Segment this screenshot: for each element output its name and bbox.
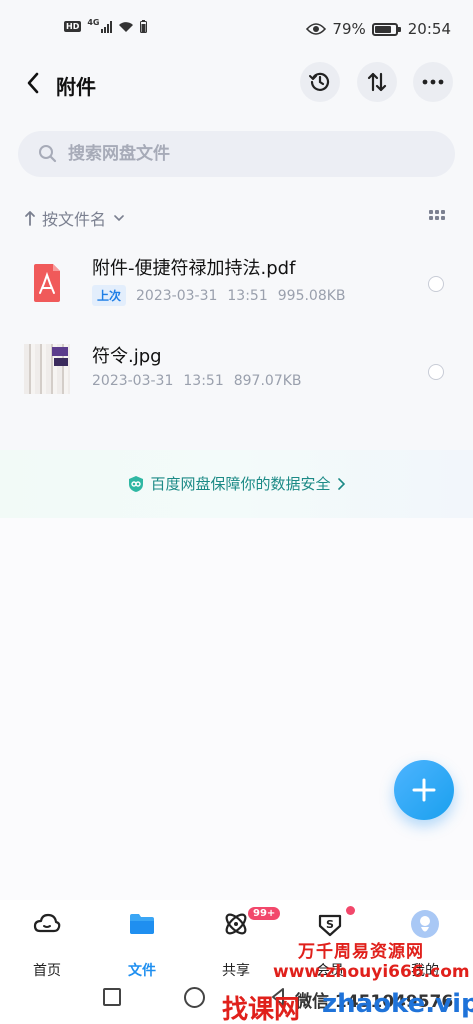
network-type: 4G bbox=[87, 18, 100, 27]
sort-label[interactable]: 按文件名 bbox=[42, 206, 106, 230]
file-date: 2023-03-31 bbox=[92, 373, 174, 389]
sort-arrows-icon bbox=[367, 72, 387, 92]
file-meta: 2023-03-31 13:51 897.07KB bbox=[92, 373, 302, 389]
header: 附件 bbox=[0, 52, 473, 114]
file-row[interactable]: 附件-便捷符禄加持法.pdf 上次 2023-03-31 13:51 995.0… bbox=[0, 252, 473, 336]
more-button[interactable] bbox=[413, 62, 453, 102]
search-input[interactable] bbox=[68, 144, 408, 164]
status-left: HD 4G bbox=[64, 18, 148, 33]
back-arrow-icon bbox=[27, 72, 39, 94]
security-text[interactable]: 百度网盘保障你的数据安全 bbox=[150, 473, 330, 494]
watermark-brand-red: 找课网 bbox=[222, 995, 301, 1024]
more-dots-icon bbox=[422, 79, 444, 85]
wifi-icon bbox=[119, 21, 134, 32]
file-time: 13:51 bbox=[227, 287, 268, 304]
empty-area bbox=[0, 518, 473, 900]
file-name[interactable]: 附件-便捷符禄加持法.pdf bbox=[92, 254, 295, 280]
battery-icon bbox=[371, 22, 401, 36]
chevron-right-icon bbox=[337, 477, 345, 490]
folder-icon bbox=[130, 914, 154, 934]
file-size: 995.08KB bbox=[277, 287, 346, 304]
security-link[interactable]: 百度网盘保障你的数据安全 bbox=[0, 473, 473, 494]
svg-text:S: S bbox=[326, 918, 334, 931]
security-banner: 百度网盘保障你的数据安全 bbox=[0, 450, 473, 518]
last-opened-badge: 上次 bbox=[92, 285, 127, 306]
signal-icon bbox=[101, 20, 113, 33]
file-row[interactable]: 符令.jpg 2023-03-31 13:51 897.07KB bbox=[0, 340, 473, 424]
eye-icon bbox=[306, 23, 327, 35]
image-thumbnail bbox=[24, 344, 70, 394]
cloud-icon bbox=[33, 913, 61, 933]
back-button[interactable] bbox=[18, 68, 48, 98]
hd-indicator: HD bbox=[64, 21, 82, 32]
grid-view-icon[interactable] bbox=[429, 210, 445, 220]
watermark-brand-blue: zhaoke.vip bbox=[322, 989, 473, 1019]
status-bar: HD 4G 79% 20:54 bbox=[0, 0, 473, 52]
sort-button[interactable] bbox=[357, 62, 397, 102]
search-icon bbox=[39, 145, 57, 163]
select-radio[interactable] bbox=[428, 276, 444, 292]
tab-files[interactable]: 文件 bbox=[107, 910, 177, 979]
sort-row[interactable]: 按文件名 bbox=[24, 205, 449, 231]
add-button[interactable] bbox=[394, 760, 454, 820]
search-bar[interactable] bbox=[18, 131, 455, 177]
watermark-line1: 万千周易资源网 bbox=[298, 942, 424, 962]
tab-files-label[interactable]: 文件 bbox=[107, 960, 177, 980]
vip-red-dot bbox=[346, 906, 355, 915]
clock: 20:54 bbox=[407, 20, 451, 38]
shield-icon bbox=[129, 475, 144, 492]
page-title: 附件 bbox=[56, 75, 96, 99]
profile-avatar-icon bbox=[411, 910, 439, 938]
tab-home-label[interactable]: 首页 bbox=[12, 960, 82, 980]
pdf-file-icon bbox=[34, 264, 60, 302]
status-right: 79% 20:54 bbox=[306, 20, 451, 38]
chevron-down-icon bbox=[114, 215, 124, 222]
history-button[interactable] bbox=[300, 62, 340, 102]
home-button[interactable] bbox=[184, 987, 205, 1008]
plus-icon bbox=[412, 778, 436, 802]
battery-small-icon bbox=[140, 20, 148, 33]
history-icon bbox=[309, 72, 330, 91]
tab-share-label[interactable]: 共享 bbox=[201, 960, 271, 980]
vip-diamond-icon: S bbox=[318, 914, 342, 937]
sort-up-arrow-icon bbox=[25, 211, 35, 226]
share-count-badge: 99+ bbox=[248, 907, 281, 920]
file-time: 13:51 bbox=[183, 373, 224, 389]
file-date: 2023-03-31 bbox=[136, 287, 218, 304]
watermark-line2: www.zhouyi666.com bbox=[273, 962, 470, 982]
select-radio[interactable] bbox=[428, 364, 444, 380]
tab-home[interactable]: 首页 bbox=[12, 910, 82, 979]
recents-button[interactable] bbox=[103, 988, 121, 1006]
file-size: 897.07KB bbox=[233, 373, 302, 389]
file-meta: 上次 2023-03-31 13:51 995.08KB bbox=[92, 285, 346, 306]
file-name[interactable]: 符令.jpg bbox=[92, 342, 162, 368]
share-atom-icon bbox=[225, 913, 247, 935]
battery-percent: 79% bbox=[332, 20, 366, 38]
